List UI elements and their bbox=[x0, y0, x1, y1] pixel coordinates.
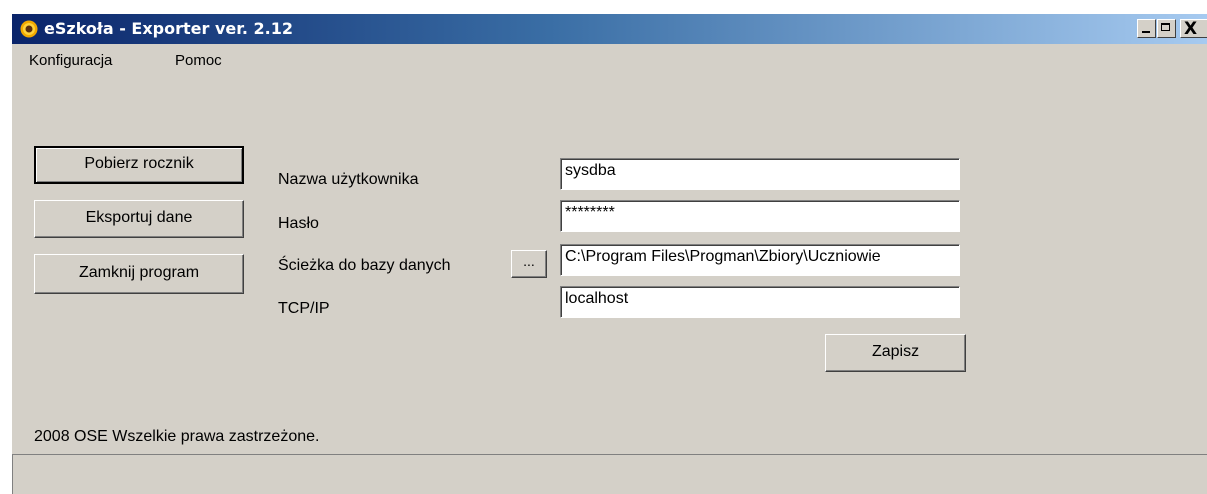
save-button[interactable]: Zapisz bbox=[825, 334, 966, 372]
copyright-text: 2008 OSE Wszelkie prawa zastrzeżone. bbox=[34, 428, 320, 445]
fetch-year-button[interactable]: Pobierz rocznik bbox=[34, 146, 244, 184]
browse-button[interactable]: ... bbox=[511, 250, 547, 278]
minimize-button[interactable] bbox=[1137, 19, 1156, 38]
tcpip-field[interactable]: localhost bbox=[560, 286, 960, 318]
sunflower-icon bbox=[20, 20, 38, 38]
password-label: Hasło bbox=[278, 215, 319, 232]
db-path-field[interactable]: C:\Program Files\Progman\Zbiory\Uczniowi… bbox=[560, 244, 960, 276]
password-field[interactable]: ******** bbox=[560, 200, 960, 232]
export-data-button[interactable]: Eksportuj dane bbox=[34, 200, 244, 238]
menu-pomoc[interactable]: Pomoc bbox=[175, 52, 222, 69]
tcpip-label: TCP/IP bbox=[278, 300, 330, 317]
close-window-button[interactable]: X bbox=[1180, 19, 1207, 39]
title-bar[interactable]: eSzkoła - Exporter ver. 2.12 X bbox=[12, 14, 1207, 44]
menu-konfiguracja[interactable]: Konfiguracja bbox=[29, 52, 112, 69]
username-field[interactable]: sysdba bbox=[560, 158, 960, 190]
window-title: eSzkoła - Exporter ver. 2.12 bbox=[44, 19, 293, 38]
menu-bar: Konfiguracja Pomoc bbox=[12, 44, 1207, 74]
close-icon: X bbox=[1184, 19, 1198, 39]
status-bar bbox=[12, 454, 1207, 494]
app-window: eSzkoła - Exporter ver. 2.12 X Konfigura… bbox=[12, 14, 1207, 494]
maximize-button[interactable] bbox=[1157, 19, 1176, 38]
close-program-button[interactable]: Zamknij program bbox=[34, 254, 244, 294]
username-label: Nazwa użytkownika bbox=[278, 171, 419, 188]
db-path-label: Ścieżka do bazy danych bbox=[278, 257, 451, 274]
